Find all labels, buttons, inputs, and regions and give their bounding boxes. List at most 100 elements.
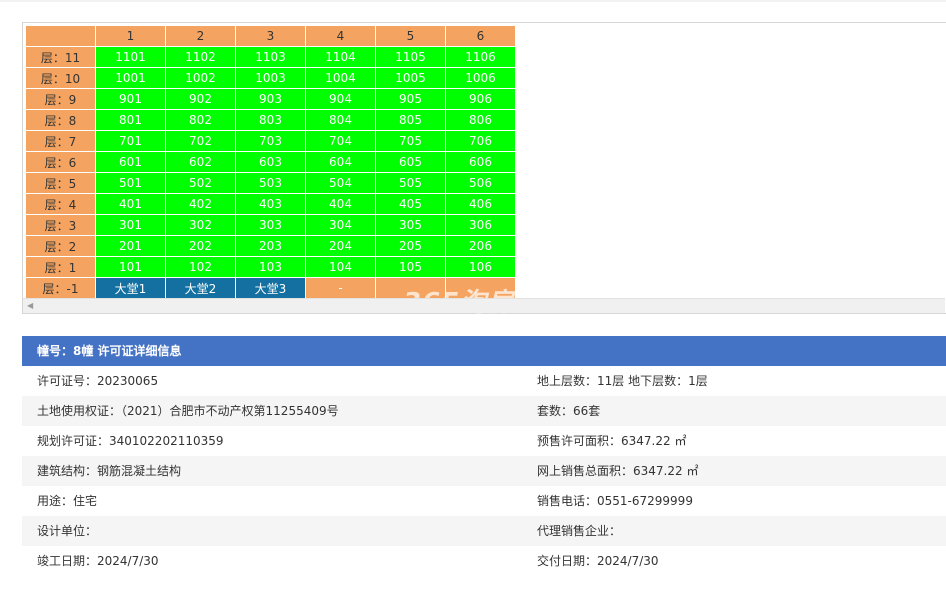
unit-cell[interactable]: 1105 <box>375 46 446 68</box>
unit-cell[interactable]: 1001 <box>95 67 166 89</box>
unit-cell[interactable]: 105 <box>375 256 446 278</box>
unit-cell[interactable]: 406 <box>445 193 516 215</box>
info-left-field: 竣工日期：2024/7/30 <box>37 554 159 568</box>
unit-cell[interactable]: 506 <box>445 172 516 194</box>
unit-cell[interactable]: 1102 <box>165 46 236 68</box>
unit-cell[interactable]: 502 <box>165 172 236 194</box>
unit-cell[interactable]: 1005 <box>375 67 446 89</box>
unit-cell[interactable]: 606 <box>445 151 516 173</box>
unit-cell[interactable]: 303 <box>235 214 306 236</box>
floor-row: 层：8 801 802 803 804 805 806 <box>25 109 516 131</box>
unit-cell[interactable]: 603 <box>235 151 306 173</box>
unit-cell[interactable]: 904 <box>305 88 376 110</box>
unit-cell[interactable]: 403 <box>235 193 306 215</box>
unit-cell[interactable]: 202 <box>165 235 236 257</box>
unit-cell[interactable]: 906 <box>445 88 516 110</box>
info-row: 竣工日期：2024/7/30 交付日期：2024/7/30 <box>22 546 946 576</box>
unit-cell[interactable]: 203 <box>235 235 306 257</box>
unit-cell[interactable]: 1002 <box>165 67 236 89</box>
horizontal-scrollbar[interactable]: ◀ <box>23 298 945 313</box>
info-row: 规划许可证：340102202110359 预售许可面积：6347.22 ㎡ <box>22 426 946 456</box>
unit-cell[interactable]: 503 <box>235 172 306 194</box>
unit-cell[interactable]: 102 <box>165 256 236 278</box>
unit-cell[interactable]: 305 <box>375 214 446 236</box>
unit-cell[interactable]: 404 <box>305 193 376 215</box>
unit-cell[interactable]: 602 <box>165 151 236 173</box>
floor-label: 层：9 <box>25 88 96 110</box>
unit-cell[interactable]: 901 <box>95 88 166 110</box>
floor-label: 层：10 <box>25 67 96 89</box>
unit-cell[interactable]: 1106 <box>445 46 516 68</box>
unit-cell[interactable]: 504 <box>305 172 376 194</box>
unit-cell[interactable]: 706 <box>445 130 516 152</box>
unit-cell[interactable]: 1104 <box>305 46 376 68</box>
unit-cell[interactable]: 103 <box>235 256 306 278</box>
unit-cell[interactable]: 605 <box>375 151 446 173</box>
unit-cell[interactable]: 902 <box>165 88 236 110</box>
unit-cell[interactable]: 204 <box>305 235 376 257</box>
column-header: 4 <box>305 25 376 47</box>
info-left-field: 设计单位： <box>37 524 98 538</box>
floor-row: 层：4 401 402 403 404 405 406 <box>25 193 516 215</box>
column-header: 1 <box>95 25 166 47</box>
floor-row: 层：11 1101 1102 1103 1104 1105 1106 <box>25 46 516 68</box>
scroll-left-icon[interactable]: ◀ <box>27 302 33 310</box>
unit-cell[interactable]: 704 <box>305 130 376 152</box>
unit-cell[interactable]: 1004 <box>305 67 376 89</box>
unit-cell[interactable]: 101 <box>95 256 166 278</box>
info-left-field: 规划许可证：340102202110359 <box>37 434 224 448</box>
unit-cell[interactable]: 802 <box>165 109 236 131</box>
unit-cell[interactable]: 1101 <box>95 46 166 68</box>
unit-cell[interactable]: 903 <box>235 88 306 110</box>
unit-cell[interactable]: 大堂3 <box>235 277 306 299</box>
unit-cell[interactable]: - <box>305 277 376 299</box>
unit-cell[interactable]: 大堂1 <box>95 277 166 299</box>
floor-label: 层：6 <box>25 151 96 173</box>
unit-cell[interactable]: 106 <box>445 256 516 278</box>
unit-cell[interactable]: 702 <box>165 130 236 152</box>
unit-cell[interactable]: 205 <box>375 235 446 257</box>
unit-cell[interactable]: 401 <box>95 193 166 215</box>
unit-cell[interactable]: 501 <box>95 172 166 194</box>
unit-cell[interactable]: 201 <box>95 235 166 257</box>
info-row: 许可证号：20230065 地上层数：11层 地下层数：1层 <box>22 366 946 396</box>
unit-cell[interactable]: 206 <box>445 235 516 257</box>
unit-cell[interactable]: 705 <box>375 130 446 152</box>
unit-cell[interactable]: 805 <box>375 109 446 131</box>
info-left-field: 用途：住宅 <box>37 494 98 508</box>
unit-cell[interactable]: 601 <box>95 151 166 173</box>
unit-cell[interactable]: 703 <box>235 130 306 152</box>
unit-cell[interactable]: 302 <box>165 214 236 236</box>
unit-cell[interactable]: 701 <box>95 130 166 152</box>
unit-cell[interactable]: 801 <box>95 109 166 131</box>
unit-cell[interactable]: 1103 <box>235 46 306 68</box>
column-header: 5 <box>375 25 446 47</box>
unit-cell[interactable]: 1006 <box>445 67 516 89</box>
unit-cell[interactable]: 604 <box>305 151 376 173</box>
info-right-field: 交付日期：2024/7/30 <box>537 554 659 568</box>
unit-cell[interactable]: 304 <box>305 214 376 236</box>
info-left-field: 许可证号：20230065 <box>37 374 159 388</box>
info-row: 用途：住宅 销售电话：0551-67299999 <box>22 486 946 516</box>
info-right-field: 销售电话：0551-67299999 <box>537 494 693 508</box>
unit-cell[interactable]: 806 <box>445 109 516 131</box>
floor-row: 层：5 501 502 503 504 505 506 <box>25 172 516 194</box>
info-right-field: 预售许可面积：6347.22 ㎡ <box>537 434 687 448</box>
info-row: 土地使用权证：（2021）合肥市不动产权第11255409号 套数：66套 <box>22 396 946 426</box>
floor-label: 层：-1 <box>25 277 96 299</box>
unit-cell[interactable]: 803 <box>235 109 306 131</box>
unit-cell[interactable]: 301 <box>95 214 166 236</box>
unit-cell[interactable]: 405 <box>375 193 446 215</box>
unit-cell[interactable]: 804 <box>305 109 376 131</box>
unit-cell[interactable]: 505 <box>375 172 446 194</box>
grid-header-row: 123456 <box>25 25 516 47</box>
unit-cell[interactable]: 306 <box>445 214 516 236</box>
scrollbar-thumb[interactable] <box>37 302 917 310</box>
unit-cell[interactable]: 104 <box>305 256 376 278</box>
floor-label: 层：1 <box>25 256 96 278</box>
unit-cell[interactable]: 402 <box>165 193 236 215</box>
unit-cell[interactable]: 大堂2 <box>165 277 236 299</box>
unit-cell[interactable]: 1003 <box>235 67 306 89</box>
floor-label: 层：5 <box>25 172 96 194</box>
unit-cell[interactable]: 905 <box>375 88 446 110</box>
